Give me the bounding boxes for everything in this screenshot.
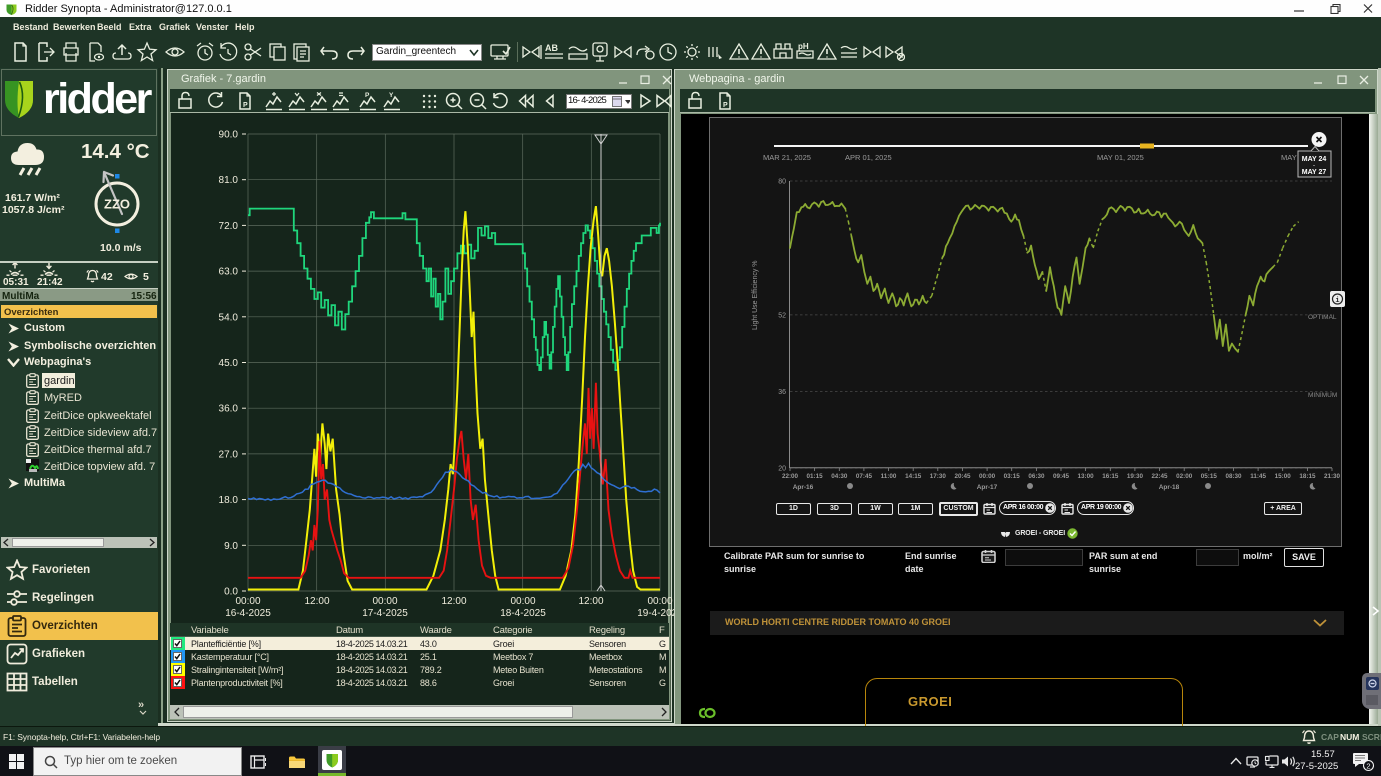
svg-text:19:30: 19:30 [1127, 473, 1144, 480]
svg-text:OPTIMAL: OPTIMAL [1308, 314, 1337, 321]
svg-text:04:30: 04:30 [831, 473, 848, 480]
svg-text:Apr-17: Apr-17 [977, 484, 998, 491]
svg-text:80: 80 [778, 179, 786, 186]
svg-text:00:00: 00:00 [979, 473, 996, 480]
svg-text:11:45: 11:45 [1250, 473, 1266, 480]
svg-text:08:30: 08:30 [1225, 473, 1242, 480]
svg-text:22:45: 22:45 [1151, 473, 1168, 480]
svg-text:17:30: 17:30 [930, 473, 947, 480]
svg-text:11:00: 11:00 [881, 473, 897, 480]
svg-text:16:15: 16:15 [1102, 473, 1119, 480]
svg-text:2: 2 [1366, 762, 1370, 771]
svg-text:APR 01, 2025: APR 01, 2025 [845, 153, 892, 162]
svg-text:14:15: 14:15 [905, 473, 922, 480]
svg-text:MAY 24: MAY 24 [1302, 156, 1327, 163]
svg-text:36: 36 [778, 389, 786, 396]
svg-text:Apr-16: Apr-16 [793, 484, 814, 491]
svg-text:02:00: 02:00 [1176, 473, 1193, 480]
svg-text:Apr-18: Apr-18 [1159, 484, 1180, 491]
svg-text:13:00: 13:00 [1078, 473, 1095, 480]
svg-text:07:45: 07:45 [856, 473, 873, 480]
svg-text:MAY 27: MAY 27 [1302, 169, 1327, 176]
svg-text:20:45: 20:45 [954, 473, 971, 480]
svg-text:03:15: 03:15 [1004, 473, 1021, 480]
svg-text:52: 52 [778, 312, 786, 319]
svg-text:Light Use Efficiency %: Light Use Efficiency % [752, 260, 759, 330]
svg-text:20: 20 [778, 466, 786, 473]
svg-text:MINIMUM: MINIMUM [1308, 392, 1337, 399]
svg-text:MAR 21, 2025: MAR 21, 2025 [763, 153, 811, 162]
svg-text:i: i [1335, 297, 1339, 305]
svg-text:15:00: 15:00 [1275, 473, 1292, 480]
svg-text:22:00: 22:00 [782, 473, 799, 480]
svg-text:MAY 01, 2025: MAY 01, 2025 [1097, 153, 1144, 162]
svg-text:01:15: 01:15 [807, 473, 824, 480]
svg-text:18:15: 18:15 [1299, 473, 1316, 480]
svg-text:21:30: 21:30 [1324, 473, 1341, 480]
svg-text:09:45: 09:45 [1053, 473, 1070, 480]
svg-text:05:15: 05:15 [1201, 473, 1218, 480]
svg-text:06:30: 06:30 [1028, 473, 1045, 480]
